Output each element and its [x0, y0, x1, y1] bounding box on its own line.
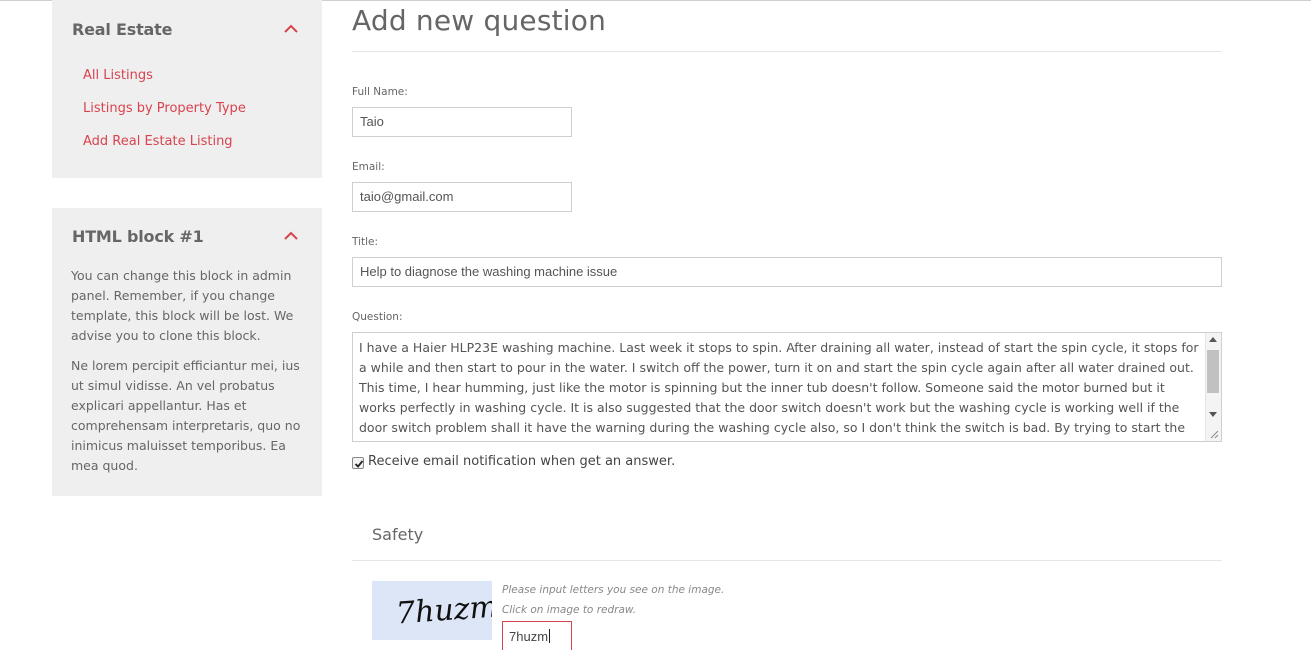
html-block-title: HTML block #1: [72, 227, 204, 246]
scroll-down-arrow-icon[interactable]: [1209, 412, 1217, 417]
captcha-text: 7huzm: [395, 589, 492, 631]
sidebar-item-all-listings[interactable]: All Listings: [83, 68, 246, 101]
title-label: Title:: [352, 236, 379, 248]
chevron-up-icon[interactable]: [284, 24, 298, 34]
html-block-paragraph: You can change this block in admin panel…: [71, 268, 294, 343]
question-label: Question:: [352, 311, 403, 323]
captcha-input-value: 7huzm: [509, 629, 549, 644]
email-field[interactable]: taio@gmail.com: [352, 182, 572, 212]
text-caret: [549, 629, 551, 643]
html-block-panel: HTML block #1 You can change this block …: [52, 208, 322, 496]
html-block-header[interactable]: HTML block #1: [72, 227, 302, 257]
sidebar-item-add-listing[interactable]: Add Real Estate Listing: [83, 134, 246, 167]
notify-checkbox[interactable]: [352, 457, 364, 469]
question-textarea[interactable]: I have a Haier HLP23E washing machine. L…: [352, 332, 1222, 442]
textarea-scrollbar[interactable]: [1205, 333, 1221, 441]
safety-heading: Safety: [372, 525, 424, 544]
safety-divider: [352, 560, 1222, 561]
notify-label[interactable]: Receive email notification when get an a…: [368, 454, 675, 469]
real-estate-header[interactable]: Real Estate: [72, 20, 302, 50]
title-field[interactable]: Help to diagnose the washing machine iss…: [352, 257, 1222, 287]
captcha-hint-input: Please input letters you see on the imag…: [502, 584, 725, 596]
sidebar-item-label[interactable]: Add Real Estate Listing: [83, 134, 233, 149]
captcha-input[interactable]: 7huzm: [502, 621, 572, 650]
scroll-thumb[interactable]: [1207, 350, 1219, 393]
scroll-up-arrow-icon[interactable]: [1209, 337, 1217, 342]
captcha-hint-redraw: Click on image to redraw.: [502, 604, 637, 616]
sidebar-item-listings-by-property-type[interactable]: Listings by Property Type: [83, 101, 246, 134]
question-text: I have a Haier HLP23E washing machine. L…: [359, 340, 1199, 441]
real-estate-menu: All Listings Listings by Property Type A…: [83, 68, 246, 167]
resize-grip-icon[interactable]: [1209, 429, 1219, 439]
html-block-content: You can change this block in admin panel…: [71, 266, 303, 476]
title-divider: [352, 51, 1222, 52]
real-estate-panel: Real Estate All Listings Listings by Pro…: [52, 0, 322, 178]
full-name-field[interactable]: Taio: [352, 107, 572, 137]
real-estate-title: Real Estate: [72, 20, 173, 39]
chevron-up-icon[interactable]: [284, 231, 298, 241]
full-name-label: Full Name:: [352, 86, 408, 98]
sidebar-item-label[interactable]: Listings by Property Type: [83, 101, 246, 116]
html-block-paragraph: Ne lorem percipit efficiantur mei, ius u…: [71, 358, 301, 473]
email-label: Email:: [352, 161, 385, 173]
sidebar-item-label[interactable]: All Listings: [83, 68, 153, 83]
page-title: Add new question: [352, 4, 607, 37]
captcha-image[interactable]: 7huzm: [372, 581, 499, 640]
